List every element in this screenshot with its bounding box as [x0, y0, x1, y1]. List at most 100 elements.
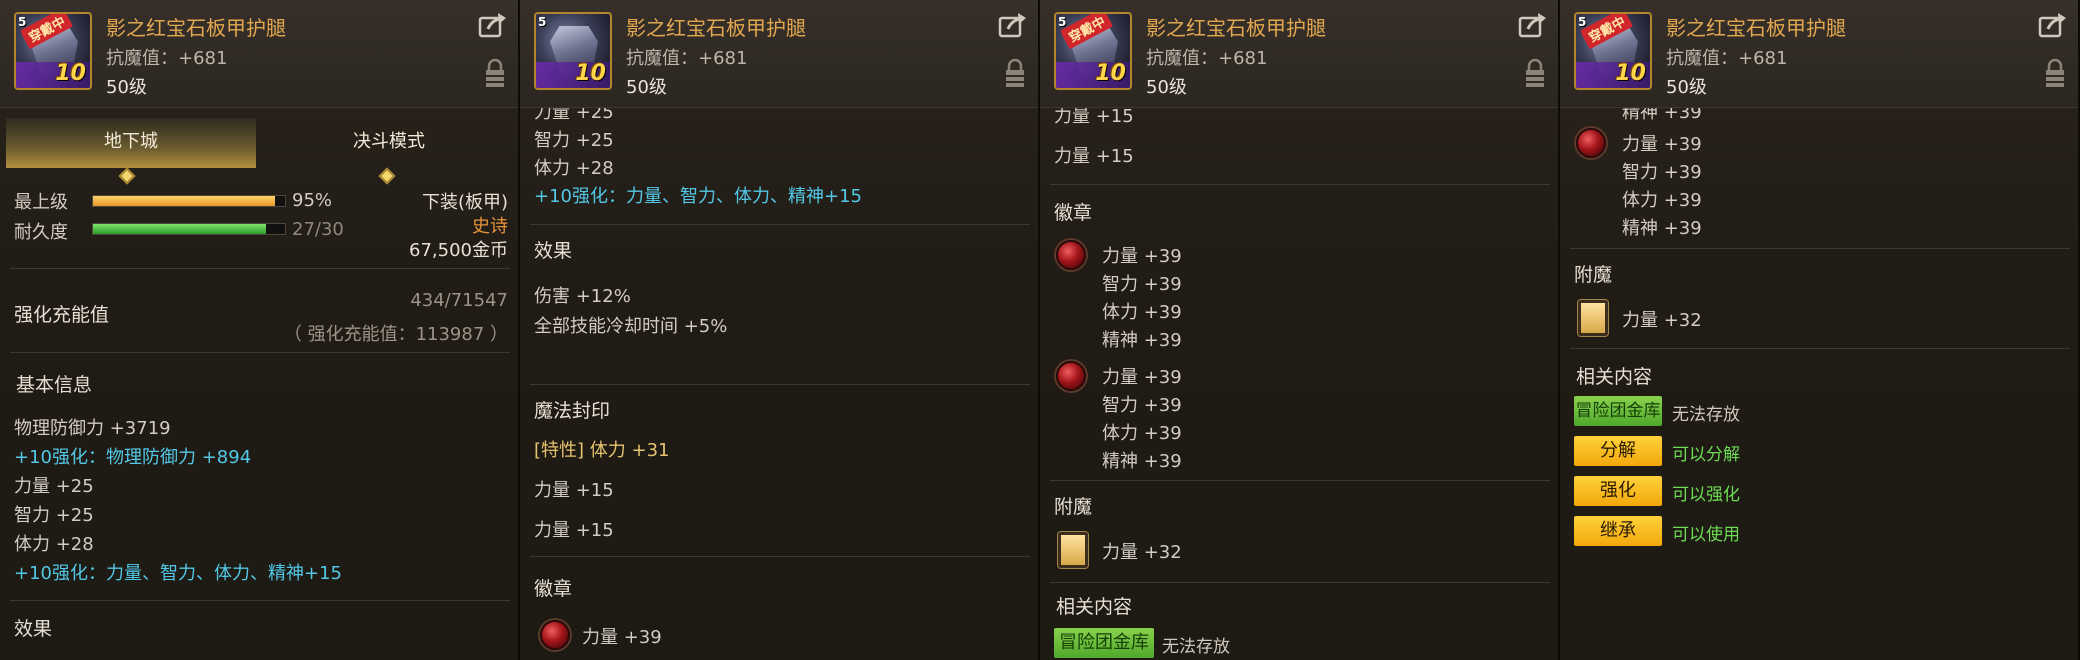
lock-icon[interactable] [1524, 58, 1546, 88]
anti-magic-value: 抗魔值：+681 [626, 48, 748, 69]
inherit-status: 可以使用 [1672, 525, 1740, 545]
red-gem-icon [540, 620, 570, 650]
related-heading: 相关内容 [1056, 596, 1133, 618]
item-header: 5 穿戴中 10 影之红宝石板甲护腿 抗魔值：+681 50级 [1040, 0, 1558, 108]
effect-heading: 效果 [534, 240, 573, 262]
tooltip-panel-4: 5 穿戴中 10 影之红宝石板甲护腿 抗魔值：+681 50级 精神 +39 力… [1560, 0, 2080, 660]
enchant-heading: 附魔 [1054, 496, 1093, 518]
seal-line: 力量 +15 [534, 520, 614, 541]
item-level: 50级 [1666, 77, 1707, 98]
badge-stat: 力量 +39 [1622, 134, 1702, 155]
tooltip-panel-2: 5 10 影之红宝石板甲护腿 抗魔值：+681 50级 力量 +25 智力 +2… [520, 0, 1040, 660]
adventure-vault-button[interactable]: 冒险团金库 [1054, 628, 1154, 658]
item-name: 影之红宝石板甲护腿 [106, 16, 286, 40]
badge-stat: 精神 +39 [1622, 218, 1702, 239]
reinforce-line: +10强化：力量、智力、体力、精神+15 [534, 186, 862, 207]
reinforce-status: 可以强化 [1672, 485, 1740, 505]
reinforce-charge-label: 强化充能值 [14, 304, 110, 326]
adventure-vault-button[interactable]: 冒险团金库 [1574, 396, 1662, 426]
badge-heading: 徽章 [1054, 202, 1093, 224]
red-gem-icon [1056, 240, 1086, 270]
top-level-label: 最上级 [14, 192, 68, 213]
item-name: 影之红宝石板甲护腿 [1146, 16, 1326, 40]
share-icon[interactable] [1518, 12, 1548, 38]
badge-stat: 精神 +39 [1622, 108, 1702, 123]
share-icon[interactable] [478, 12, 508, 38]
reinforce-button[interactable]: 强化 [1574, 476, 1662, 506]
item-name: 影之红宝石板甲护腿 [626, 16, 806, 40]
stat-line: 体力 +28 [534, 158, 614, 179]
disassemble-button[interactable]: 分解 [1574, 436, 1662, 466]
stat-line: 力量 +25 [534, 108, 614, 123]
top-level-bar-fill [93, 196, 276, 206]
reinforce-charge-detail: （ 强化充能值：113987 ） [283, 324, 508, 345]
badge-stat: 智力 +39 [1622, 162, 1702, 183]
share-icon[interactable] [2038, 12, 2068, 38]
item-price: 67,500金币 [409, 240, 508, 261]
anti-magic-value: 抗魔值：+681 [1146, 48, 1268, 69]
stat-line: 智力 +25 [534, 130, 614, 151]
icon-reinforce-level: 10 [1095, 61, 1126, 86]
tooltip-body: 地下城 决斗模式 最上级 95% 耐久度 27/30 下装(板甲) 史诗 67,… [0, 108, 518, 660]
badge-stat: 精神 +39 [1102, 330, 1182, 351]
item-icon[interactable]: 5 穿戴中 10 [14, 12, 92, 90]
top-level-value: 95% [292, 190, 333, 211]
durability-bar [92, 223, 286, 235]
tooltip-panel-1: 5 穿戴中 10 影之红宝石板甲护腿 抗魔值：+681 50级 地下城 决斗模式… [0, 0, 520, 660]
red-gem-icon [1056, 361, 1086, 391]
tooltip-strip: 5 穿戴中 10 影之红宝石板甲护腿 抗魔值：+681 50级 地下城 决斗模式… [0, 0, 2080, 660]
tab-pvp[interactable]: 决斗模式 [264, 118, 514, 168]
lock-icon[interactable] [1004, 58, 1026, 88]
enchant-card-icon [1578, 300, 1608, 336]
inherit-button[interactable]: 继承 [1574, 516, 1662, 546]
top-level-bar [92, 195, 286, 207]
reinforce-charge-value: 434/71547 [410, 290, 508, 311]
red-gem-icon [1576, 128, 1606, 158]
enchant-card-icon [1058, 532, 1088, 568]
item-level: 50级 [106, 77, 147, 98]
item-icon[interactable]: 5 10 [534, 12, 612, 90]
enchant-stat: 力量 +32 [1102, 542, 1182, 563]
badge-stat: 精神 +39 [1102, 451, 1182, 472]
lock-icon[interactable] [484, 58, 506, 88]
stat-line: 力量 +25 [14, 476, 94, 497]
seal-line: 力量 +15 [534, 480, 614, 501]
badge-stat: 体力 +39 [1622, 190, 1702, 211]
badge-stat: 力量 +39 [1102, 367, 1182, 388]
item-header: 5 10 影之红宝石板甲护腿 抗魔值：+681 50级 [520, 0, 1038, 108]
icon-reinforce-level: 10 [575, 61, 606, 86]
mode-tabs: 地下城 决斗模式 [6, 118, 514, 185]
seal-line: 力量 +15 [1054, 108, 1134, 127]
anti-magic-value: 抗魔值：+681 [106, 48, 228, 69]
tab-indicator-icon [118, 167, 136, 185]
tooltip-body: 精神 +39 力量 +39 智力 +39 体力 +39 精神 +39 附魔 力量… [1560, 108, 2078, 660]
item-name: 影之红宝石板甲护腿 [1666, 16, 1846, 40]
badge-stat: 智力 +39 [1102, 274, 1182, 295]
tab-dungeon[interactable]: 地下城 [6, 118, 256, 168]
vault-status: 无法存放 [1672, 405, 1740, 425]
badge-stat: 力量 +39 [1102, 246, 1182, 267]
item-icon[interactable]: 5 穿戴中 10 [1574, 12, 1652, 90]
magic-seal-heading: 魔法封印 [534, 400, 611, 422]
tooltip-panel-3: 5 穿戴中 10 影之红宝石板甲护腿 抗魔值：+681 50级 力量 +15 力… [1040, 0, 1560, 660]
tooltip-body: 力量 +25 智力 +25 体力 +28 +10强化：力量、智力、体力、精神+1… [520, 108, 1038, 660]
badge-stat: 力量 +39 [582, 627, 662, 648]
icon-reinforce-level: 10 [55, 61, 86, 86]
stat-line: +10强化：物理防御力 +894 [14, 447, 252, 468]
effect-heading: 效果 [14, 618, 53, 640]
stat-line: 体力 +28 [14, 534, 94, 555]
item-level: 50级 [1146, 77, 1187, 98]
item-header: 5 穿戴中 10 影之红宝石板甲护腿 抗魔值：+681 50级 [1560, 0, 2078, 108]
disassemble-status: 可以分解 [1672, 445, 1740, 465]
durability-bar-fill [93, 224, 266, 234]
item-header: 5 穿戴中 10 影之红宝石板甲护腿 抗魔值：+681 50级 [0, 0, 518, 108]
enchant-stat: 力量 +32 [1622, 310, 1702, 331]
stat-line: 智力 +25 [14, 505, 94, 526]
lock-icon[interactable] [2044, 58, 2066, 88]
basic-info-heading: 基本信息 [16, 374, 93, 396]
item-icon[interactable]: 5 穿戴中 10 [1054, 12, 1132, 90]
durability-label: 耐久度 [14, 222, 68, 243]
icon-reinforce-level: 10 [1615, 61, 1646, 86]
share-icon[interactable] [998, 12, 1028, 38]
vault-status: 无法存放 [1162, 637, 1230, 657]
